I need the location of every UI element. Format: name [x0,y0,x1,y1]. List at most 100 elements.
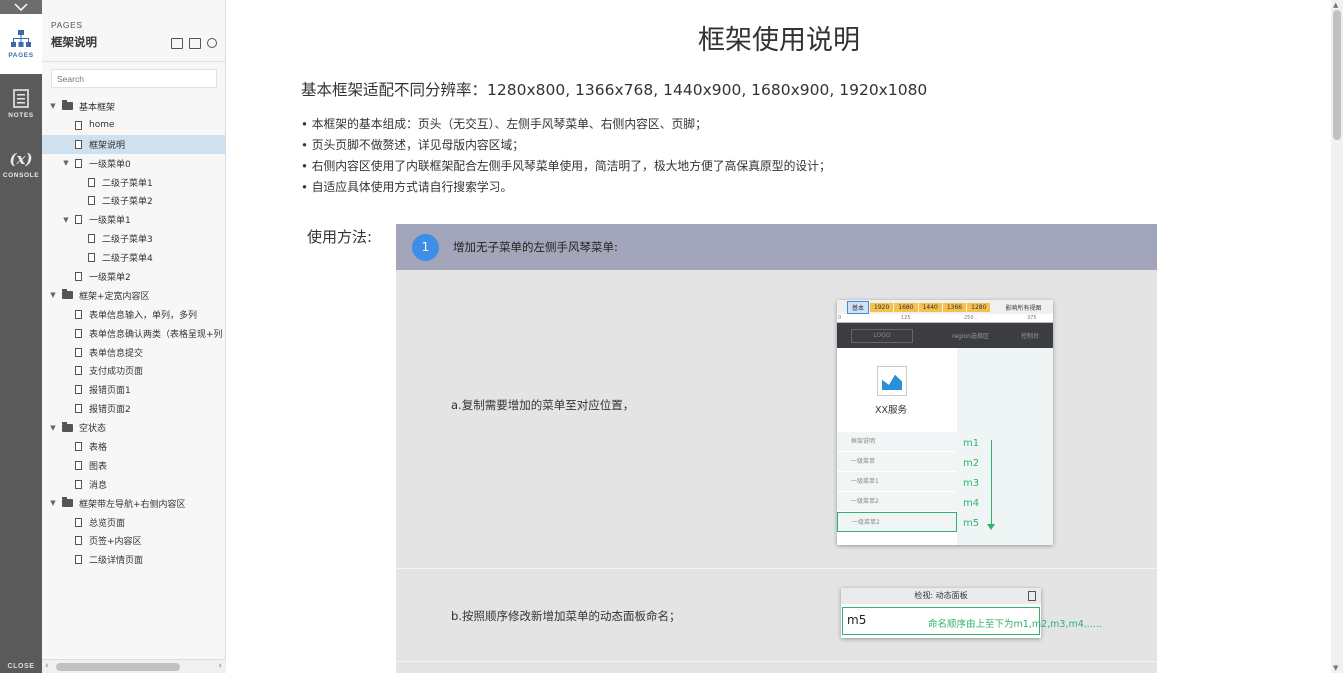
naming-hint: 命名顺序由上至下为m1,m2,m3,m4...... [928,619,1102,630]
tree-page[interactable]: home [42,116,226,135]
tree-page[interactable]: 表单信息提交 [42,343,226,362]
tree-item-label: 二级详情页面 [89,556,144,567]
step-title: 增加无子菜单的左侧手风琴菜单: [453,240,618,254]
tree-page[interactable]: ▼ 一级菜单1 [42,210,226,229]
row-b-label: b.按照顺序修改新增加菜单的动态面板命名； [451,609,681,623]
screenshot-menu-item: 一级菜单1 [837,472,957,492]
tree-page[interactable]: 页签+内容区 [42,531,226,550]
search-icon[interactable] [207,38,217,48]
tree-page[interactable]: 消息 [42,475,226,494]
page-icon [75,271,82,281]
step-number-badge: 1 [412,233,439,261]
tree-page[interactable]: 报错页面2 [42,399,226,418]
screenshot-tab: 1366 [942,302,967,312]
tree-page[interactable]: 一级菜单2 [42,267,226,286]
rail-console-label: CONSOLE [2,171,40,179]
page-icon [88,196,95,206]
scroll-left-icon[interactable]: ‹ [45,661,49,671]
folder-icon [62,421,73,432]
tree-folder[interactable]: ▼ 基本框架 [42,97,226,116]
tree-page[interactable]: 表格 [42,437,226,456]
tree-item-label: 二级子菜单1 [102,178,153,189]
expand-caret-icon[interactable]: ▼ [61,159,71,167]
tree-page[interactable]: 二级子菜单1 [42,173,226,192]
rail-notes-button[interactable]: NOTES [0,74,42,134]
tree-page[interactable]: 二级子菜单4 [42,248,226,267]
tree-page[interactable]: 报错页面1 [42,380,226,399]
screenshot-checkbox-label: 影响所有视图 [1005,304,1042,312]
scroll-right-icon[interactable]: › [218,661,222,671]
ruler-tick: 375 [1027,315,1037,321]
panel-name-labels: m1 m2 m3 m4 m5 [963,434,979,534]
tree-folder[interactable]: ▼ 框架+定宽内容区 [42,286,226,305]
tree-item-label: home [89,120,115,131]
tree-folder[interactable]: ▼ 空状态 [42,418,226,437]
menu-copy-screenshot: 基本 1920 1680 1440 1366 1280 影响所有视图 0 125… [837,300,1053,545]
rail-pages-label: PAGES [8,51,34,59]
ruler-tick: 250 [964,315,974,321]
rail-pages-button[interactable]: PAGES [0,14,42,74]
step-header: 1 增加无子菜单的左侧手风琴菜单: [396,224,1157,270]
screenshot-menu-item: 框架说明 [837,432,957,452]
tree-item-label: 框架+定宽内容区 [79,291,150,302]
scrollbar-thumb[interactable] [1333,10,1341,140]
tree-item-label: 报错页面2 [89,405,131,416]
panel-name-label: m3 [963,478,980,489]
scroll-up-icon[interactable]: ▲ [1333,1,1338,9]
tree-page[interactable]: 二级子菜单2 [42,191,226,210]
page-icon [75,139,82,149]
tree-page[interactable]: 支付成功页面 [42,361,226,380]
page-icon [75,479,82,489]
add-page-icon[interactable] [171,38,183,49]
screenshot-tab: 1440 [918,302,942,312]
expand-caret-icon[interactable]: ▼ [48,499,58,507]
screenshot-menu-item: 一级菜单2 [837,492,957,512]
row-a-label: a.复制需要增加的菜单至对应位置， [451,398,635,412]
panel-horizontal-scrollbar[interactable]: ‹ › [42,659,226,673]
page-icon [75,404,82,414]
rail-console-button[interactable]: (x) CONSOLE [0,134,42,194]
image-placeholder-icon [877,366,907,396]
tree-item-label: 二级子菜单2 [102,197,153,208]
pages-panel: PAGES 框架说明 ▼ 基本框架 home 框架说明 ▼ 一级菜单0 二级子菜单1 二级子菜… [42,0,226,673]
tree-item-label: 空状态 [79,424,107,435]
tree-folder[interactable]: ▼ 框架带左导航+右侧内容区 [42,494,226,513]
tree-page[interactable]: 图表 [42,456,226,475]
scroll-down-icon[interactable]: ▼ [1333,664,1338,672]
screenshot-header: LOGO region选择区 控制台 [837,323,1053,348]
content-vertical-scrollbar[interactable]: ▲ ▼ [1331,0,1343,673]
page-icon [75,441,82,451]
tree-page[interactable]: 表单信息确认两类（表格呈现+列 [42,324,226,343]
bullet-item: • 页头页脚不做赘述，详见母版内容区域； [301,138,525,152]
sitemap-icon [11,29,31,47]
inspector-title: 检视: 动态面板 [914,591,968,600]
collapse-toggle[interactable] [0,0,42,14]
expand-caret-icon[interactable]: ▼ [48,291,58,299]
tree-page[interactable]: 总览页面 [42,513,226,532]
tree-page[interactable]: 表单信息输入，单列，多列 [42,305,226,324]
page-icon [88,253,95,263]
tree-page[interactable]: 二级子菜单3 [42,229,226,248]
rail-notes-label: NOTES [8,112,34,119]
tree-item-label: 框架说明 [89,140,126,151]
page-icon [88,177,95,187]
page-icon [88,234,95,244]
tree-page[interactable]: ▼ 一级菜单0 [42,154,226,173]
screenshot-ruler: 0 125 250 375 [837,314,1053,323]
tree-page[interactable]: 框架说明 [42,134,226,154]
tree-item-label: 一级菜单2 [89,272,131,283]
expand-caret-icon[interactable]: ▼ [48,102,58,110]
inspector-header: 检视: 动态面板 [841,588,1041,604]
variable-icon: (x) [9,149,33,168]
tree-item-label: 消息 [89,480,108,491]
screenshot-menu-item: 一级菜单 [837,452,957,472]
edit-icon[interactable] [189,38,201,49]
page-icon [75,309,82,319]
expand-caret-icon[interactable]: ▼ [61,216,71,224]
chevron-down-icon [14,3,28,11]
tree-page[interactable]: 二级详情页面 [42,550,226,569]
scrollbar-thumb[interactable] [56,663,180,671]
close-button[interactable]: CLOSE [0,659,42,673]
page-search-input[interactable] [51,69,217,88]
expand-caret-icon[interactable]: ▼ [48,424,58,432]
